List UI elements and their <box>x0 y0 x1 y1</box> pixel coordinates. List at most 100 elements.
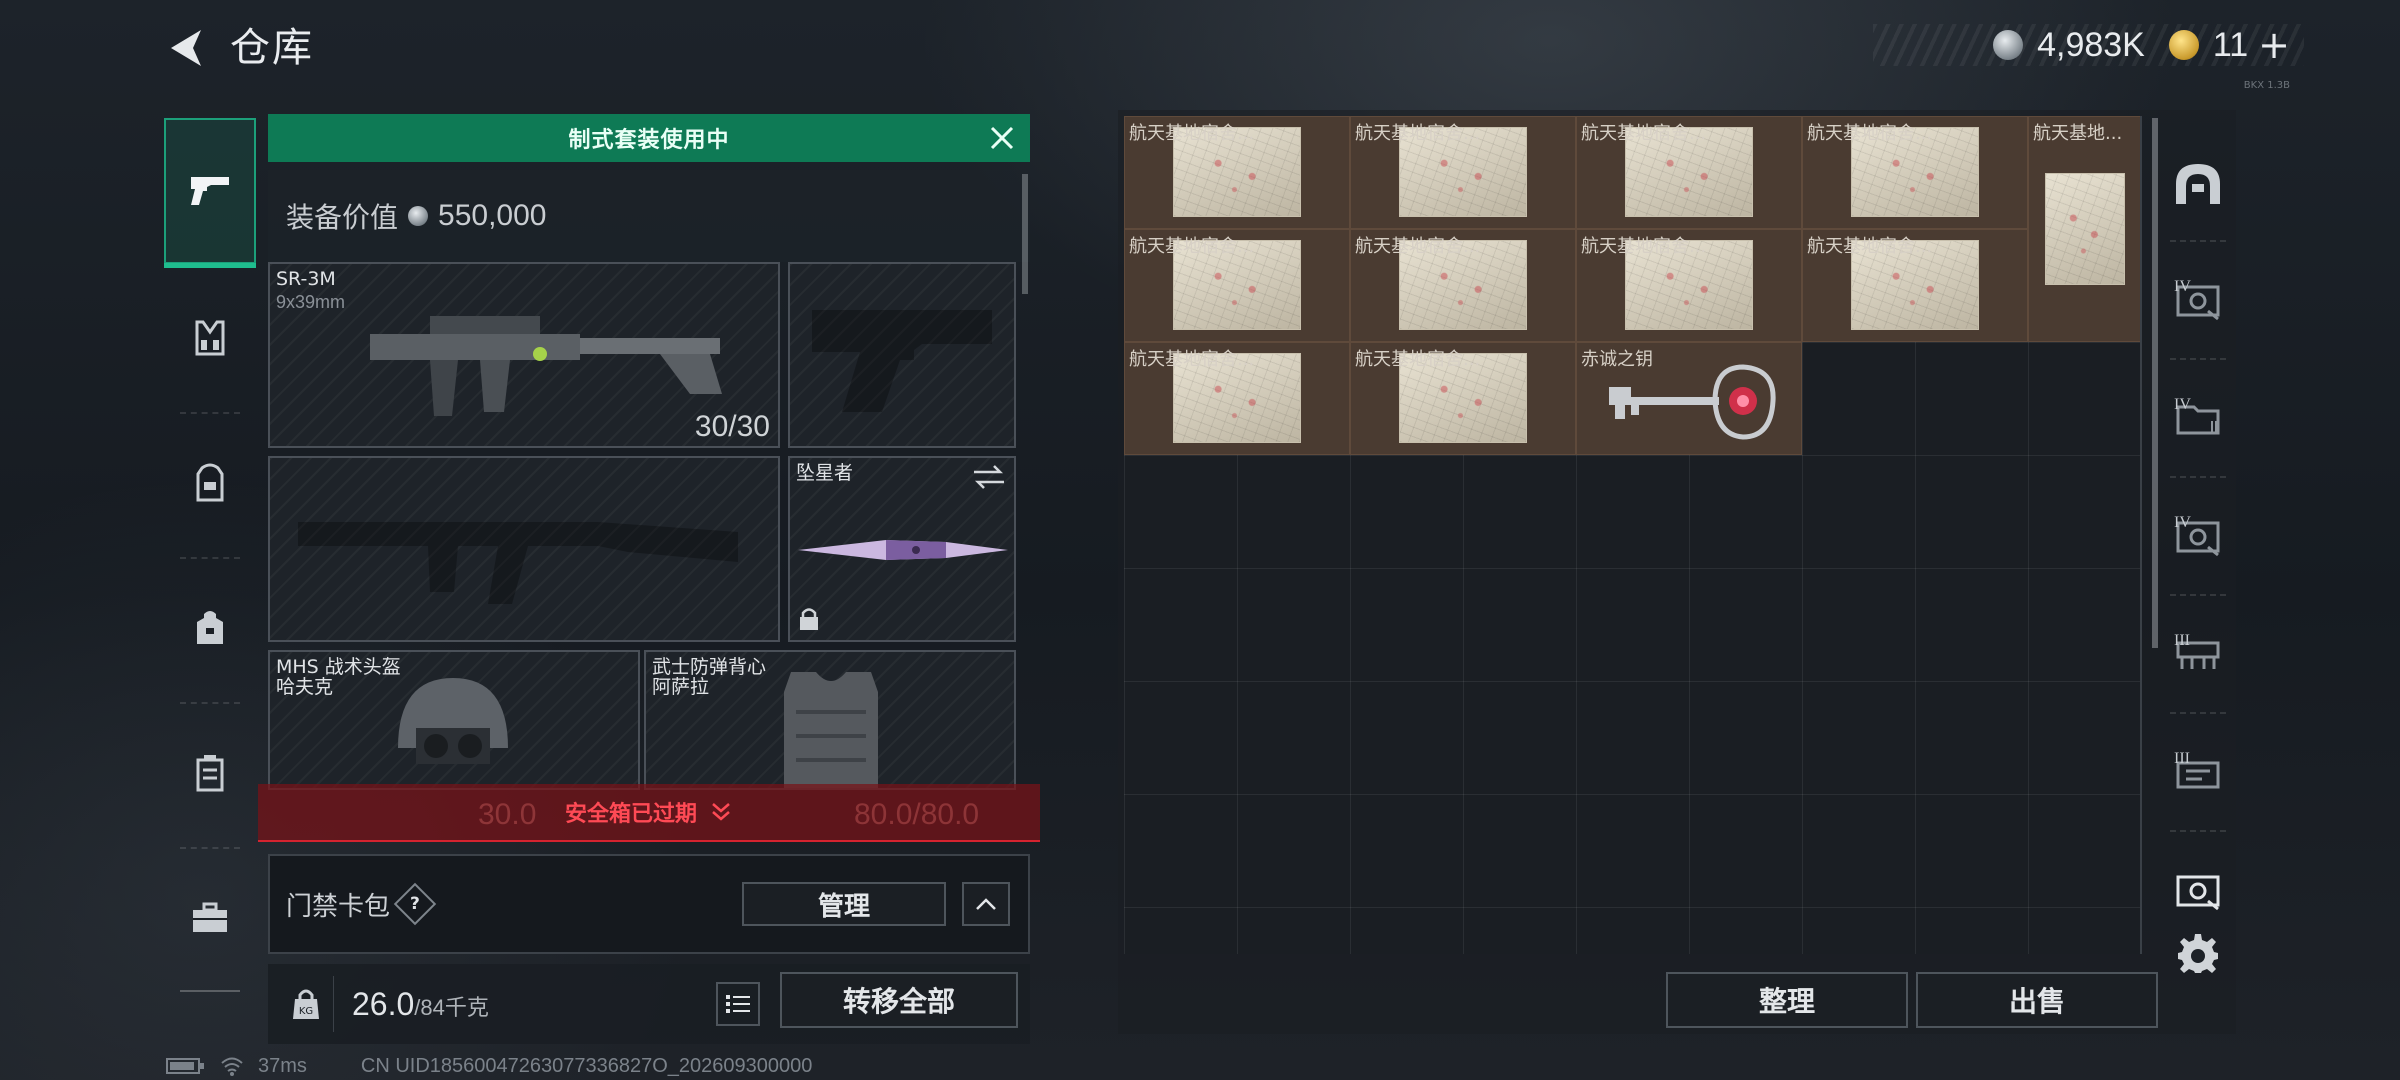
silver-coin-icon <box>408 206 429 226</box>
weight-readout: 26.0/84千克 <box>352 986 489 1023</box>
storage-item[interactable]: 航天基地宿舍... <box>1124 116 1350 229</box>
tier-label: IV <box>2174 514 2191 531</box>
storage-item[interactable]: 航天基地宿舍... <box>1124 229 1350 342</box>
primary-weapon-slot[interactable]: SR-3M 9x39mm 30/30 <box>268 262 780 448</box>
storage-item[interactable]: 赤诚之钥 <box>1576 342 1802 455</box>
map-image <box>2045 173 2125 285</box>
gold-coin-icon <box>2168 30 2199 60</box>
rail-item-storage-3[interactable]: IV <box>2160 478 2236 596</box>
transfer-all-button[interactable]: 转移全部 <box>780 972 1018 1028</box>
list-icon <box>726 995 750 1013</box>
list-view-button[interactable] <box>716 982 760 1026</box>
currency-bar: 4,983K 11 + <box>1873 23 2304 67</box>
armor-slot[interactable]: 武士防弹背心 阿萨拉 <box>644 650 1016 790</box>
storage-item[interactable]: 航天基地宿舍... <box>1576 229 1802 342</box>
rail-item-backpack[interactable] <box>164 413 256 559</box>
settings-button[interactable] <box>2160 918 2236 988</box>
close-icon <box>990 126 1014 150</box>
item-name: 航天基地宿舍... <box>1807 123 1933 144</box>
help-button[interactable]: ? <box>393 882 437 926</box>
silver-coin-icon <box>1993 30 2024 60</box>
loadout-panel: 制式套装使用中 装备价值 550,000 SR-3M 9x39mm 30/30 <box>258 114 1040 1044</box>
gold-balance: 11 <box>2212 25 2249 64</box>
weight-max: /84千克 <box>414 994 489 1020</box>
backpack-icon <box>196 463 224 502</box>
sidearm-slot[interactable] <box>788 262 1016 448</box>
helmet-name: MHS 战术头盔 <box>276 656 401 678</box>
rail-item-safe-pouch[interactable] <box>164 558 256 704</box>
pistol-icon <box>191 177 229 205</box>
storage-item[interactable]: 航天基地宿舍... <box>1576 116 1802 229</box>
chest-rig-icon <box>195 320 225 356</box>
add-currency-button[interactable]: + <box>2258 23 2290 67</box>
helmet-durability: 30.0 <box>478 798 537 831</box>
item-name: 航天基地宿舍... <box>1355 123 1481 144</box>
access-card-pack-row: 门禁卡包 ? 管理 <box>268 854 1030 954</box>
storage-item[interactable]: 航天基地宿舍... <box>1124 342 1350 455</box>
secondary-weapon-slot[interactable] <box>268 456 780 642</box>
manage-button[interactable]: 管理 <box>742 882 946 926</box>
storage-grid[interactable]: 航天基地宿舍... 航天基地宿舍... 航天基地宿舍... 航天基地宿舍... … <box>1124 116 2142 954</box>
rail-item-chest-rig[interactable] <box>164 268 256 414</box>
sort-button[interactable]: 整理 <box>1666 972 1908 1028</box>
item-name: 航天基地宿舍... <box>1581 123 1707 144</box>
item-name: 航天基地宿舍... <box>1807 236 1933 257</box>
helmet-manufacturer: 哈夫克 <box>276 676 334 698</box>
item-name: 航天基地宿舍... <box>1581 236 1707 257</box>
swap-icon[interactable] <box>972 464 1006 490</box>
storage-scrollbar[interactable] <box>2152 118 2158 648</box>
rail-item-container[interactable] <box>164 703 256 849</box>
banner-close-button[interactable] <box>984 120 1020 156</box>
rail-item-briefcase[interactable] <box>164 848 256 992</box>
rail-item-storage-2[interactable]: IV <box>2160 360 2236 478</box>
silver-balance: 4,983K <box>2037 25 2145 64</box>
primary-weapon-caliber: 9x39mm <box>276 292 346 312</box>
expand-button[interactable] <box>962 882 1010 926</box>
weight-current: 26.0 <box>352 985 415 1022</box>
item-name: 航天基地宿舍... <box>1129 236 1255 257</box>
rail-item-storage-4[interactable]: III <box>2160 596 2236 714</box>
container-icon <box>196 755 224 792</box>
double-chevron-down-icon <box>712 803 730 821</box>
tier-label: III <box>2174 750 2190 767</box>
helmet-slot[interactable]: MHS 战术头盔 哈夫克 <box>268 650 640 790</box>
storage-item[interactable]: 航天基地宿舍... <box>1802 116 2028 229</box>
category-rail <box>164 108 256 1006</box>
rail-item-storage-1[interactable]: IV <box>2160 242 2236 360</box>
lock-icon <box>800 608 818 630</box>
primary-weapon-name: SR-3M <box>276 268 336 290</box>
storage-item[interactable]: 航天基地... <box>2028 116 2140 342</box>
storage-category-rail: IV IV IV III III <box>2160 110 2236 1010</box>
user-uid: CN UID18560047263077336827O_202609300000 <box>360 1054 813 1077</box>
expired-text: 安全箱已过期 <box>564 802 697 827</box>
back-button[interactable] <box>160 22 210 74</box>
tier-label: III <box>2174 632 2190 649</box>
standard-kit-banner: 制式套装使用中 <box>268 114 1030 162</box>
storage-item[interactable]: 航天基地宿舍... <box>1350 116 1576 229</box>
safe-pouch-icon <box>197 611 223 644</box>
version-tag: ΒΚΧ 1.3Β <box>2243 80 2290 91</box>
rifle-placeholder-icon <box>298 522 738 604</box>
equipment-value: 550,000 <box>438 199 547 232</box>
melee-name: 坠星者 <box>796 462 854 484</box>
item-name: 航天基地宿舍... <box>1355 236 1481 257</box>
rail-item-storage-5[interactable]: III <box>2160 714 2236 832</box>
storage-item[interactable]: 航天基地宿舍... <box>1802 229 2028 342</box>
tier-label: IV <box>2174 396 2191 413</box>
banner-text: 制式套装使用中 <box>568 128 730 153</box>
rifle-image <box>370 316 722 416</box>
item-name: 航天基地宿舍... <box>1129 123 1255 144</box>
item-name: 赤诚之钥 <box>1581 349 1653 370</box>
equipment-value-row: 装备价值 550,000 <box>268 170 1030 262</box>
item-name: 航天基地宿舍... <box>1355 349 1481 370</box>
melee-slot[interactable]: 坠星者 <box>788 456 1016 642</box>
loadout-scrollbar[interactable] <box>1022 174 1028 294</box>
storage-item[interactable]: 航天基地宿舍... <box>1350 342 1576 455</box>
rail-item-weapons[interactable] <box>164 118 256 268</box>
rail-item-home[interactable] <box>2160 124 2236 242</box>
sell-button[interactable]: 出售 <box>1916 972 2158 1028</box>
armor-durability: 80.0/80.0 <box>854 798 980 831</box>
storage-box-icon <box>2176 875 2220 911</box>
vest-image <box>784 672 878 788</box>
storage-item[interactable]: 航天基地宿舍... <box>1350 229 1576 342</box>
